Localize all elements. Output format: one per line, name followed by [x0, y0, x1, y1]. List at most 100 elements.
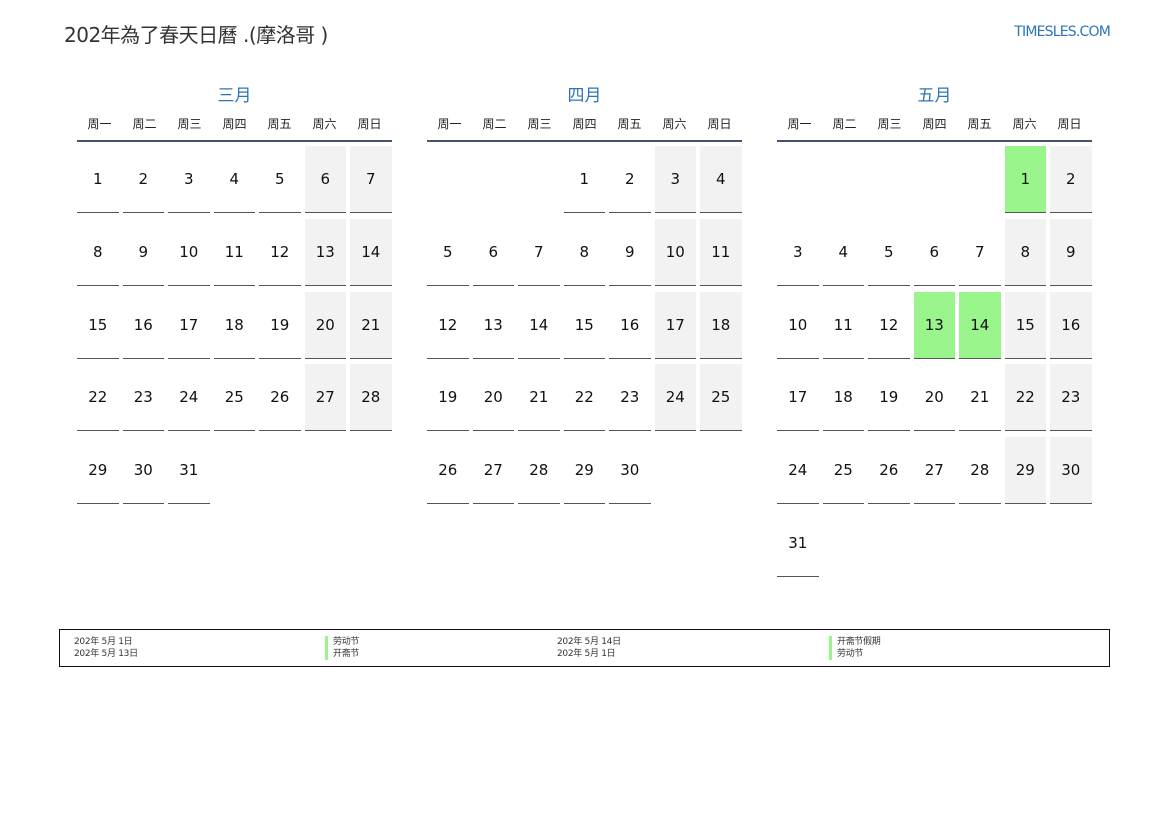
weekday-label: 周二	[132, 117, 157, 131]
day-cell: 2	[609, 146, 651, 213]
day-cell: 26	[427, 437, 469, 505]
weekday-label: 周五	[267, 117, 292, 131]
day-cell: 31	[168, 437, 210, 505]
weekday-label: 周一	[87, 117, 112, 131]
day-cell: 5	[868, 219, 910, 286]
day-cell: 11	[213, 219, 255, 286]
holiday-legend: 202年 5月 1日 202年 5月 13日 劳动节 开斋节 202年 5月 1…	[59, 629, 1110, 667]
month-may: 五月 周一 周二 周三 周四 周五 周六 周日 1 2 3 4 5 6 7 8 9 10 11 12 13 14 15 1…	[777, 84, 1092, 577]
day-cell: 9	[609, 219, 651, 286]
weekday-label: 周六	[662, 117, 687, 131]
day-cell: 24	[777, 437, 819, 505]
day-cell: 18	[213, 292, 255, 359]
day-cell: 23	[609, 364, 651, 432]
weekday-header: 周一 周二 周三 周四 周五 周六 周日	[427, 110, 742, 142]
day-cell: 17	[168, 292, 210, 359]
day-cell: 28	[518, 437, 560, 505]
weekday-label: 周三	[877, 117, 902, 131]
day-cell: 3	[654, 146, 696, 213]
weekday-label: 周四	[222, 117, 247, 131]
day-cell: 22	[563, 364, 605, 432]
weekday-label: 周六	[312, 117, 337, 131]
day-cell: 29	[1004, 437, 1046, 505]
day-cell: 13	[913, 291, 955, 359]
site-link[interactable]: TIMESLES.COM	[1014, 24, 1111, 40]
day-cell: 27	[304, 364, 346, 432]
day-cell: 30	[1050, 437, 1092, 505]
day-cell: 22	[1004, 364, 1046, 432]
weekday-label: 周五	[617, 117, 642, 131]
day-cell: 3	[168, 146, 210, 213]
day-cell: 2	[1050, 146, 1092, 213]
weekday-label: 周一	[787, 117, 812, 131]
day-cell: 14	[350, 218, 392, 286]
legend-holiday-name: 开斋节假期	[829, 636, 881, 648]
day-cell: 21	[959, 364, 1001, 432]
weekday-label: 周日	[357, 117, 382, 131]
day-cell: 30	[609, 437, 651, 505]
day-cell: 15	[1004, 291, 1046, 359]
day-cell: 8	[1004, 218, 1046, 286]
weekday-label: 周四	[572, 117, 597, 131]
weekday-label: 周四	[922, 117, 947, 131]
day-cell: 21	[350, 291, 392, 359]
day-cell: 19	[868, 364, 910, 432]
month-title: 三月	[217, 86, 252, 106]
legend-dates-2: 202年 5月 14日 202年 5月 1日	[557, 636, 621, 660]
day-cell: 9	[122, 219, 164, 286]
weekday-label: 周三	[527, 117, 552, 131]
month-april: 四月 周一 周二 周三 周四 周五 周六 周日 1 2 3 4 5 6 7 8 9 10 11 12 13 14 15 1…	[427, 84, 742, 505]
day-cell: 19	[427, 364, 469, 432]
day-cell: 19	[259, 292, 301, 359]
day-cell: 26	[868, 437, 910, 505]
day-cell: 28	[959, 437, 1001, 505]
day-cell: 4	[822, 219, 864, 286]
day-cell: 26	[259, 364, 301, 432]
day-cell: 6	[472, 219, 514, 286]
day-cell: 4	[213, 146, 255, 213]
legend-names-2: 开斋节假期 劳动节	[829, 636, 881, 660]
weekday-label: 周六	[1012, 117, 1037, 131]
day-cell: 16	[1050, 291, 1092, 359]
day-cell: 13	[472, 292, 514, 359]
day-cell: 7	[959, 219, 1001, 286]
day-cell: 3	[777, 219, 819, 286]
day-cell: 15	[77, 292, 119, 359]
weekday-header: 周一 周二 周三 周四 周五 周六 周日	[777, 110, 1092, 142]
legend-holiday-name: 劳动节	[325, 636, 359, 648]
day-cell: 25	[822, 437, 864, 505]
day-cell: 22	[77, 364, 119, 432]
day-cell: 9	[1050, 218, 1092, 286]
legend-date: 202年 5月 1日	[557, 649, 616, 659]
day-cell: 27	[913, 437, 955, 505]
weekday-label: 周五	[967, 117, 992, 131]
day-cell: 4	[700, 146, 742, 213]
weekday-label: 周日	[1057, 117, 1082, 131]
day-cell: 11	[700, 218, 742, 286]
day-cell: 14	[518, 292, 560, 359]
day-cell: 15	[563, 292, 605, 359]
day-cell: 17	[777, 364, 819, 432]
day-cell: 28	[350, 364, 392, 432]
day-cell: 1	[1004, 146, 1046, 213]
weekday-label: 周二	[832, 117, 857, 131]
day-cell: 13	[304, 218, 346, 286]
day-cell: 11	[822, 292, 864, 359]
day-cell: 7	[518, 219, 560, 286]
day-cell: 16	[609, 292, 651, 359]
day-cell: 8	[563, 219, 605, 286]
legend-holiday-name: 劳动节	[829, 648, 881, 660]
day-cell: 20	[913, 364, 955, 432]
day-cell: 8	[77, 219, 119, 286]
legend-date: 202年 5月 1日	[74, 637, 133, 647]
day-cell: 24	[654, 364, 696, 432]
day-cell: 10	[168, 219, 210, 286]
day-cell: 25	[700, 364, 742, 432]
month-march: 三月 周一 周二 周三 周四 周五 周六 周日 1 2 3 4 5 6 7 8 9 10 11 12 13 14 15 1…	[77, 84, 392, 505]
day-cell: 5	[259, 146, 301, 213]
legend-names-1: 劳动节 开斋节	[325, 636, 359, 660]
day-cell: 16	[122, 292, 164, 359]
day-cell: 14	[959, 291, 1001, 359]
legend-date: 202年 5月 13日	[74, 649, 138, 659]
day-cell: 24	[168, 364, 210, 432]
